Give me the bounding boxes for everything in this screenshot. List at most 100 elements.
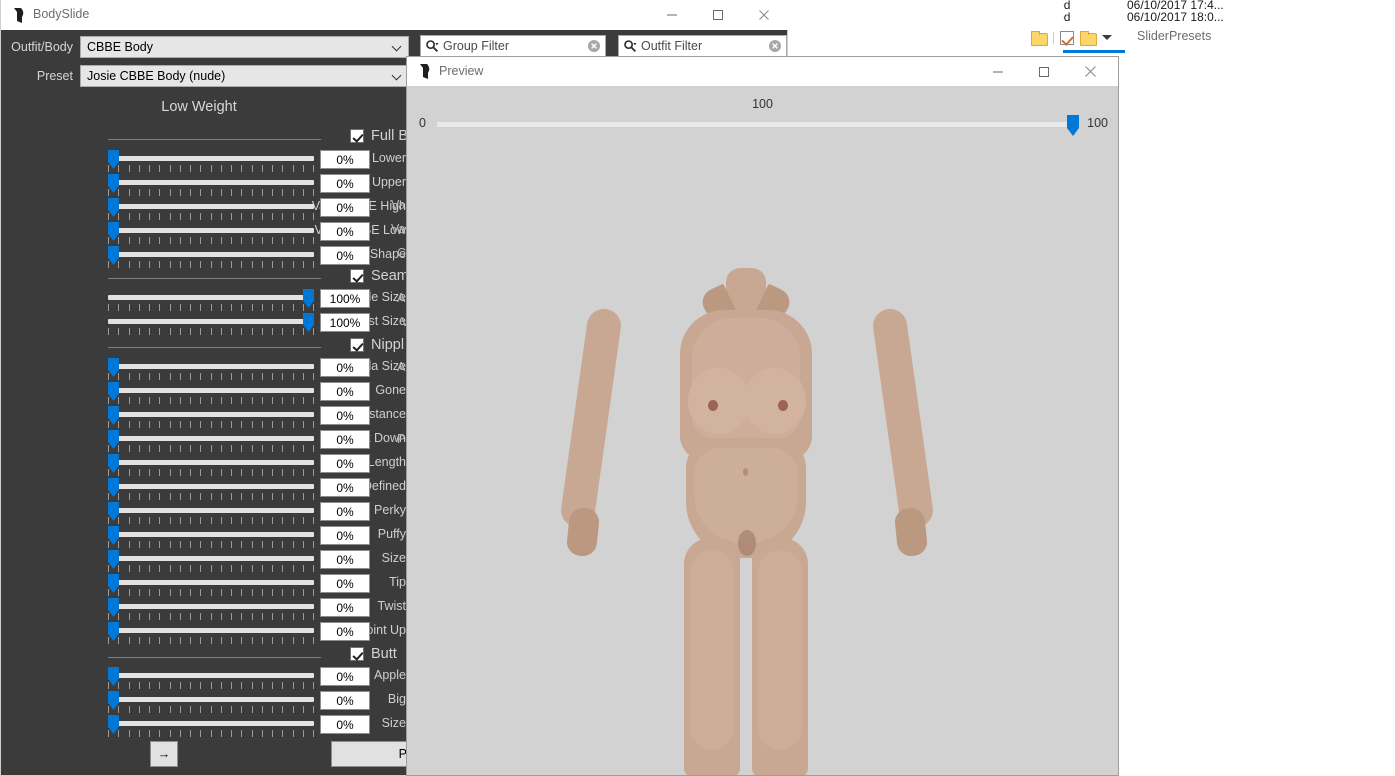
outfit-body-value: CBBE Body	[87, 40, 154, 54]
slider-value-18[interactable]: 0%	[320, 622, 370, 641]
minimize-icon[interactable]	[975, 57, 1021, 86]
slider-tickmarks-12	[108, 493, 314, 500]
close-icon[interactable]	[741, 0, 787, 29]
preset-value: Josie CBBE Body (nude)	[87, 69, 226, 83]
slider-track-11[interactable]	[108, 460, 314, 465]
outfit-filter-input[interactable]: Outfit Filter	[618, 35, 787, 57]
maximize-icon[interactable]	[1021, 57, 1067, 86]
low-weight-title: Low Weight	[161, 99, 237, 115]
slider-value-3[interactable]: 0%	[320, 222, 370, 241]
group-label: Nippl	[371, 337, 405, 353]
slider-track-8[interactable]	[108, 388, 314, 393]
slider-track-13[interactable]	[108, 508, 314, 513]
slider-track-4[interactable]	[108, 252, 314, 257]
preview-title-bar[interactable]: Preview	[407, 57, 1118, 86]
slider-tickmarks-18	[108, 637, 314, 644]
high-weight-ghost-label-6: P	[397, 432, 406, 446]
slider-track-15[interactable]	[108, 556, 314, 561]
maximize-icon[interactable]	[695, 0, 741, 29]
slider-track-7[interactable]	[108, 364, 314, 369]
slider-track-19[interactable]	[108, 673, 314, 678]
slider-value-21[interactable]: 0%	[320, 715, 370, 734]
group-filter-input[interactable]: Group Filter	[420, 35, 606, 57]
chevron-down-icon	[393, 72, 402, 81]
slider-value-6[interactable]: 100%	[320, 313, 370, 332]
search-icon	[623, 39, 637, 53]
slider-value-10[interactable]: 0%	[320, 430, 370, 449]
preview-title: Preview	[439, 64, 484, 78]
slider-value-12[interactable]: 0%	[320, 478, 370, 497]
slider-value-19[interactable]: 0%	[320, 667, 370, 686]
slider-track-12[interactable]	[108, 484, 314, 489]
preset-select[interactable]: Josie CBBE Body (nude)	[80, 65, 409, 87]
outfit-body-select[interactable]: CBBE Body	[80, 36, 409, 58]
group-label: Seam	[371, 268, 409, 284]
slider-value-7[interactable]: 0%	[320, 358, 370, 377]
weight-slider-track[interactable]	[437, 122, 1076, 127]
folder-icon[interactable]	[1080, 31, 1097, 46]
slider-value-20[interactable]: 0%	[320, 691, 370, 710]
slider-track-21[interactable]	[108, 721, 314, 726]
search-icon	[425, 39, 439, 53]
slider-value-11[interactable]: 0%	[320, 454, 370, 473]
weight-max-label: 100	[1087, 116, 1108, 130]
weight-slider-thumb[interactable]	[1067, 115, 1079, 136]
preview-3d-canvas[interactable]	[408, 138, 1117, 775]
group-checkbox-0[interactable]: Full B	[350, 128, 408, 144]
high-weight-ghost-label-3: A	[397, 291, 406, 305]
folder-icon[interactable]	[1031, 31, 1048, 46]
slider-tickmarks-11	[108, 469, 314, 476]
chevron-down-icon[interactable]	[1102, 35, 1112, 40]
minimize-icon[interactable]	[649, 0, 695, 29]
slider-tickmarks-14	[108, 541, 314, 548]
slider-value-0[interactable]: 0%	[320, 150, 370, 169]
high-weight-ghost-label-2: C	[397, 246, 407, 260]
slider-track-3[interactable]	[108, 228, 314, 233]
slider-track-17[interactable]	[108, 604, 314, 609]
slider-track-1[interactable]	[108, 180, 314, 185]
slider-tickmarks-0	[108, 165, 314, 172]
slider-value-2[interactable]: 0%	[320, 198, 370, 217]
checkbox-icon[interactable]	[350, 129, 364, 143]
close-icon[interactable]	[1067, 57, 1113, 86]
slider-value-5[interactable]: 100%	[320, 289, 370, 308]
slider-track-2[interactable]	[108, 204, 314, 209]
slider-track-20[interactable]	[108, 697, 314, 702]
outfit-body-label: Outfit/Body	[11, 40, 73, 54]
quick-access-toolbar	[1025, 25, 1125, 50]
slider-track-10[interactable]	[108, 436, 314, 441]
slider-value-16[interactable]: 0%	[320, 574, 370, 593]
group-checkbox-2[interactable]: Nippl	[350, 337, 404, 353]
group-checkbox-3[interactable]: Butt	[350, 646, 397, 662]
slider-track-9[interactable]	[108, 412, 314, 417]
group-checkbox-1[interactable]: Seam	[350, 268, 409, 284]
slider-value-8[interactable]: 0%	[320, 382, 370, 401]
slider-value-15[interactable]: 0%	[320, 550, 370, 569]
properties-checkbox-icon[interactable]	[1060, 30, 1074, 45]
slider-track-6[interactable]	[108, 319, 314, 324]
slider-track-14[interactable]	[108, 532, 314, 537]
weight-value-label: 100	[752, 97, 773, 111]
clear-circle-icon[interactable]	[768, 39, 782, 53]
bodyslide-icon	[13, 8, 26, 23]
slider-value-1[interactable]: 0%	[320, 174, 370, 193]
slider-value-9[interactable]: 0%	[320, 406, 370, 425]
group-label: Full B	[371, 128, 409, 144]
slider-track-5[interactable]	[108, 295, 314, 300]
slider-track-0[interactable]	[108, 156, 314, 161]
slider-value-17[interactable]: 0%	[320, 598, 370, 617]
bodyslide-title-bar[interactable]: BodySlide	[1, 0, 789, 30]
clear-circle-icon[interactable]	[587, 39, 601, 53]
next-arrow-button[interactable]: →	[150, 741, 178, 767]
checkbox-icon[interactable]	[350, 269, 364, 283]
checkbox-icon[interactable]	[350, 338, 364, 352]
checkbox-icon[interactable]	[350, 647, 364, 661]
slider-tickmarks-16	[108, 589, 314, 596]
slider-value-14[interactable]: 0%	[320, 526, 370, 545]
slider-track-16[interactable]	[108, 580, 314, 585]
slider-tickmarks-6	[108, 328, 314, 335]
slider-value-13[interactable]: 0%	[320, 502, 370, 521]
screen: Unassigned 06/10/2017 17:4... Unassigned…	[0, 0, 1395, 776]
slider-track-18[interactable]	[108, 628, 314, 633]
slider-value-4[interactable]: 0%	[320, 246, 370, 265]
